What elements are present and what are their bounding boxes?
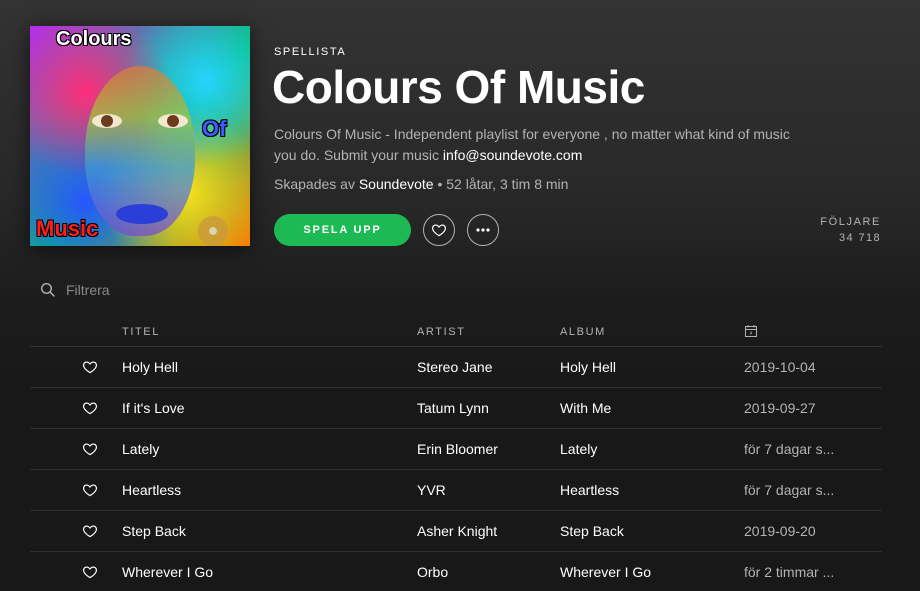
track-date-added: för 7 dagar s...	[744, 482, 835, 498]
track-title: Lately	[122, 441, 160, 457]
track-album[interactable]: Holy Hell	[560, 359, 616, 375]
track-artist[interactable]: Orbo	[417, 564, 448, 580]
column-header-artist[interactable]: ARTIST	[417, 326, 466, 338]
followers-count: 34 718	[838, 232, 881, 244]
filter-bar	[40, 282, 266, 298]
cover-disc-logo	[198, 216, 228, 246]
track-date-added: 2019-09-20	[744, 523, 816, 539]
track-title: Holy Hell	[122, 359, 179, 375]
heart-icon[interactable]	[82, 359, 98, 375]
track-date-added: 2019-09-27	[744, 400, 816, 416]
playlist-cover-art: Colours Of Music	[30, 26, 250, 246]
heart-icon[interactable]	[82, 441, 98, 457]
playlist-type-label: SPELLISTA	[274, 46, 347, 58]
track-album[interactable]: With Me	[560, 400, 611, 416]
owner-link[interactable]: Soundevote	[359, 176, 434, 192]
track-artist[interactable]: Tatum Lynn	[417, 400, 489, 416]
track-row[interactable]: If it's Love Tatum Lynn With Me 2019-09-…	[30, 388, 882, 429]
search-icon	[40, 282, 55, 297]
track-title: Wherever I Go	[122, 564, 214, 580]
track-album[interactable]: Wherever I Go	[560, 564, 651, 580]
cover-word-music: Music	[36, 216, 99, 241]
followers-label: FÖLJARE	[820, 216, 881, 228]
created-by-prefix: Skapades av	[274, 176, 359, 192]
playlist-stats: • 52 låtar, 3 tim 8 min	[433, 176, 569, 192]
track-row[interactable]: Heartless YVR Heartless för 7 dagar s...	[30, 470, 882, 511]
more-options-button[interactable]	[467, 214, 499, 246]
track-row[interactable]: Holy Hell Stereo Jane Holy Hell 2019-10-…	[30, 347, 882, 388]
cover-word-colours: Colours	[56, 28, 132, 50]
cover-lips	[116, 204, 168, 224]
cover-eye-left	[92, 114, 122, 128]
filter-input[interactable]	[66, 282, 266, 298]
playlist-page: Colours Of Music SPELLISTA Colours Of Mu…	[0, 0, 920, 591]
heart-icon[interactable]	[82, 400, 98, 416]
track-artist[interactable]: Asher Knight	[417, 523, 497, 539]
track-row[interactable]: Lately Erin Bloomer Lately för 7 dagar s…	[30, 429, 882, 470]
like-playlist-button[interactable]	[423, 214, 455, 246]
description-email-link[interactable]: info@soundevote.com	[443, 147, 583, 163]
calendar-icon	[745, 325, 757, 337]
playlist-title: Colours Of Music	[272, 61, 645, 113]
heart-icon	[431, 224, 447, 237]
track-album[interactable]: Lately	[560, 441, 597, 457]
track-artist[interactable]: YVR	[417, 482, 446, 498]
column-header-date-added[interactable]	[744, 324, 758, 338]
track-date-added: 2019-10-04	[744, 359, 816, 375]
play-button[interactable]: SPELA UPP	[274, 214, 411, 246]
more-horizontal-icon	[476, 228, 490, 232]
track-album[interactable]: Heartless	[560, 482, 619, 498]
track-title: Heartless	[122, 482, 182, 498]
playlist-description: Colours Of Music - Independent playlist …	[274, 124, 794, 166]
track-artist[interactable]: Erin Bloomer	[417, 441, 498, 457]
column-header-title[interactable]: TITEL	[122, 326, 160, 338]
track-date-added: för 2 timmar ...	[744, 564, 835, 580]
tracks-table: TITEL ARTIST ALBUM Holy Hell Stereo Jane…	[30, 318, 882, 591]
tracks-table-header: TITEL ARTIST ALBUM	[30, 318, 882, 347]
column-header-album[interactable]: ALBUM	[560, 326, 606, 338]
heart-icon[interactable]	[82, 523, 98, 539]
playlist-header: Colours Of Music SPELLISTA Colours Of Mu…	[0, 0, 920, 260]
heart-icon[interactable]	[82, 482, 98, 498]
heart-icon[interactable]	[82, 564, 98, 580]
track-row[interactable]: Wherever I Go Orbo Wherever I Go för 2 t…	[30, 552, 882, 591]
cover-word-of: Of	[202, 116, 227, 141]
track-title: Step Back	[122, 523, 186, 539]
playlist-meta: Skapades av Soundevote • 52 låtar, 3 tim…	[274, 176, 568, 192]
cover-eye-right	[158, 114, 188, 128]
track-date-added: för 7 dagar s...	[744, 441, 835, 457]
track-album[interactable]: Step Back	[560, 523, 624, 539]
track-artist[interactable]: Stereo Jane	[417, 359, 493, 375]
track-title: If it's Love	[122, 400, 185, 416]
track-row[interactable]: Step Back Asher Knight Step Back 2019-09…	[30, 511, 882, 552]
